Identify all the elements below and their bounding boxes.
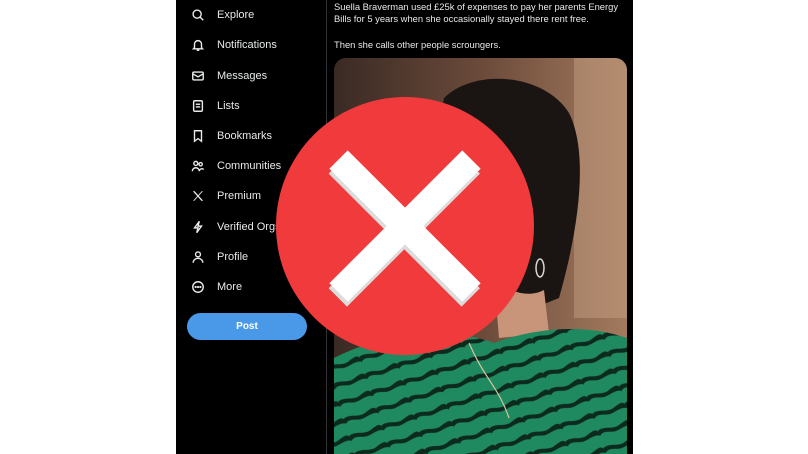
lightning-icon: [190, 219, 206, 235]
red-x-icon: [276, 97, 534, 355]
sidebar-item-notifications[interactable]: Notifications: [190, 33, 277, 57]
sidebar-item-label: Profile: [217, 251, 249, 263]
sidebar-item-communities[interactable]: Communities: [190, 154, 281, 178]
envelope-icon: [190, 68, 206, 84]
sidebar-item-label: Lists: [217, 100, 240, 112]
sidebar-item-more[interactable]: More: [190, 275, 242, 299]
sidebar-item-label: Notifications: [217, 39, 277, 51]
more-circle-icon: [190, 279, 206, 295]
sidebar-item-label: Premium: [217, 190, 262, 202]
search-icon: [190, 7, 206, 23]
bell-icon: [190, 37, 206, 53]
list-icon: [190, 98, 206, 114]
sidebar-item-explore[interactable]: Explore: [190, 3, 254, 27]
bookmark-icon: [190, 128, 206, 144]
sidebar-item-premium[interactable]: Premium: [190, 184, 261, 208]
sidebar-item-label: Bookmarks: [217, 130, 273, 142]
person-icon: [190, 249, 206, 265]
x-logo-icon: [190, 188, 206, 204]
tweet-text-line: Suella Braverman used £25k of expenses t…: [334, 1, 619, 24]
sidebar-item-messages[interactable]: Messages: [190, 64, 267, 88]
sidebar-item-label: Messages: [217, 70, 268, 82]
sidebar-item-label: More: [217, 281, 243, 293]
sidebar-item-label: Communities: [217, 160, 282, 172]
sidebar-item-label: Verified Orgs: [217, 221, 281, 233]
sidebar-item-lists[interactable]: Lists: [190, 94, 240, 118]
sidebar-item-verified-orgs[interactable]: Verified Orgs: [190, 215, 281, 239]
sidebar-item-label: Explore: [217, 9, 255, 21]
people-icon: [190, 158, 206, 174]
sidebar-item-profile[interactable]: Profile: [190, 245, 248, 269]
sidebar-item-bookmarks[interactable]: Bookmarks: [190, 124, 272, 148]
tweet-text-line: Then she calls other people scroungers.: [334, 39, 501, 50]
